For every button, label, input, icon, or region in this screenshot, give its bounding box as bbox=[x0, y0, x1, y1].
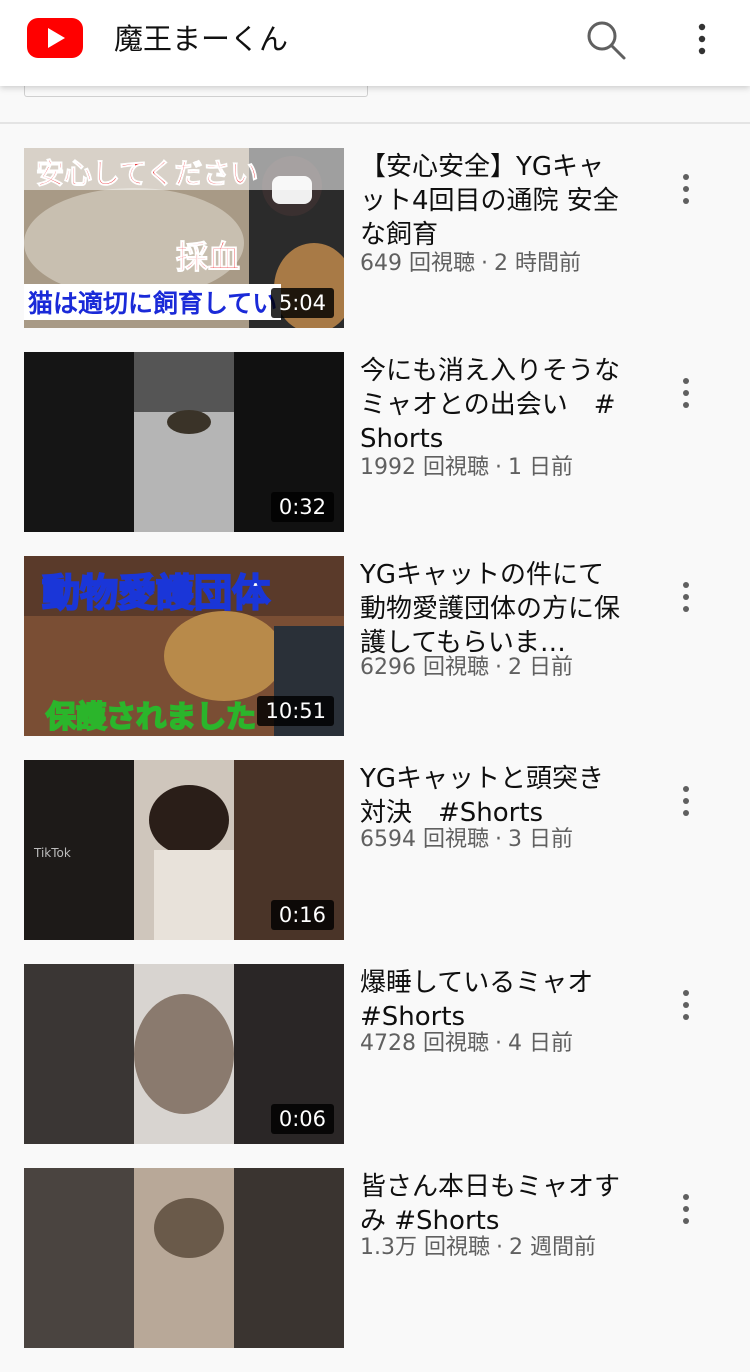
thumbnail-caption: 保護されました bbox=[45, 699, 257, 736]
video-meta: 1.3万 回視聴 · 2 週間前 bbox=[360, 1233, 596, 1263]
youtube-logo-icon[interactable] bbox=[27, 18, 83, 58]
video-meta: 6594 回視聴 · 3 日前 bbox=[360, 825, 573, 855]
video-menu-button[interactable] bbox=[672, 166, 700, 210]
duration-badge: 0:16 bbox=[270, 900, 334, 930]
more-vert-icon bbox=[683, 786, 689, 822]
video-thumbnail[interactable]: TikTok 0:16 bbox=[24, 760, 344, 940]
meta-separator: · bbox=[494, 655, 502, 680]
video-thumbnail[interactable]: 動物愛護団体 保護されました 10:51 bbox=[24, 556, 344, 736]
video-thumbnail[interactable]: 安心してください 採血 猫は適切に飼育してい 5:04 bbox=[24, 148, 344, 328]
video-item[interactable]: 皆さん本日もミャオすみ #Shorts 1.3万 回視聴 · 2 週間前 bbox=[0, 1168, 750, 1372]
video-item[interactable]: 安心してください 採血 猫は適切に飼育してい 5:04 【安心安全】YGキャット… bbox=[0, 148, 750, 352]
view-count: 4728 回視聴 bbox=[360, 1031, 489, 1056]
search-icon bbox=[587, 21, 626, 60]
video-item[interactable]: TikTok 0:16 YGキャットと頭突き対決 #Shorts 6594 回視… bbox=[0, 760, 750, 964]
view-count: 6594 回視聴 bbox=[360, 827, 489, 852]
view-count: 649 回視聴 bbox=[360, 251, 475, 276]
view-count: 6296 回視聴 bbox=[360, 655, 489, 680]
video-title[interactable]: 【安心安全】YGキャット4回目の通院 安全な飼育 bbox=[360, 150, 630, 252]
thumbnail-image bbox=[24, 1168, 344, 1348]
video-menu-button[interactable] bbox=[672, 370, 700, 414]
thumbnail-caption: 安心してください bbox=[35, 157, 259, 191]
thumbnail-caption: 猫は適切に飼育してい bbox=[24, 284, 282, 320]
upload-age: 2 時間前 bbox=[494, 251, 581, 276]
view-count: 1.3万 回視聴 bbox=[360, 1235, 490, 1260]
more-vert-icon bbox=[683, 378, 689, 414]
video-item[interactable]: 動物愛護団体 保護されました 10:51 YGキャットの件にて動物愛護団体の方に… bbox=[0, 556, 750, 760]
more-vert-icon bbox=[683, 582, 689, 618]
video-thumbnail[interactable]: 0:06 bbox=[24, 964, 344, 1144]
video-title[interactable]: YGキャットと頭突き対決 #Shorts bbox=[360, 762, 630, 830]
more-vert-icon bbox=[683, 174, 689, 210]
tiktok-watermark: TikTok bbox=[34, 846, 71, 860]
tab-bar-remnant bbox=[0, 84, 750, 124]
video-thumbnail[interactable]: 0:32 bbox=[24, 352, 344, 532]
view-count: 1992 回視聴 bbox=[360, 455, 489, 480]
channel-title: 魔王まーくん bbox=[114, 22, 289, 56]
meta-separator: · bbox=[495, 1235, 503, 1260]
upload-age: 4 日前 bbox=[507, 1031, 573, 1056]
video-menu-button[interactable] bbox=[672, 1186, 700, 1230]
duration-badge: 10:51 bbox=[257, 696, 334, 726]
play-icon bbox=[48, 28, 65, 48]
video-menu-button[interactable] bbox=[672, 574, 700, 618]
upload-age: 1 日前 bbox=[507, 455, 573, 480]
meta-separator: · bbox=[494, 827, 502, 852]
video-item[interactable]: 0:06 爆睡しているミャオ #Shorts 4728 回視聴 · 4 日前 bbox=[0, 964, 750, 1168]
more-vert-icon bbox=[683, 1194, 689, 1230]
search-button[interactable] bbox=[584, 18, 628, 62]
video-title[interactable]: YGキャットの件にて動物愛護団体の方に保護してもらいま… bbox=[360, 558, 630, 660]
video-meta: 649 回視聴 · 2 時間前 bbox=[360, 249, 581, 279]
video-meta: 4728 回視聴 · 4 日前 bbox=[360, 1029, 573, 1059]
video-item[interactable]: 0:32 今にも消え入りそうなミャオとの出会い #Shorts 1992 回視聴… bbox=[0, 352, 750, 556]
video-title[interactable]: 皆さん本日もミャオすみ #Shorts bbox=[360, 1170, 630, 1238]
video-list: 安心してください 採血 猫は適切に飼育してい 5:04 【安心安全】YGキャット… bbox=[0, 148, 750, 1372]
meta-separator: · bbox=[494, 1031, 502, 1056]
duration-badge: 0:32 bbox=[270, 492, 334, 522]
video-meta: 1992 回視聴 · 1 日前 bbox=[360, 453, 573, 483]
upload-age: 3 日前 bbox=[507, 827, 573, 852]
more-options-button[interactable] bbox=[690, 18, 714, 62]
duration-badge: 0:06 bbox=[270, 1104, 334, 1134]
video-title[interactable]: 爆睡しているミャオ #Shorts bbox=[360, 966, 630, 1034]
app-bar: 魔王まーくん bbox=[0, 0, 750, 86]
upload-age: 2 週間前 bbox=[508, 1235, 596, 1260]
meta-separator: · bbox=[481, 251, 488, 276]
meta-separator: · bbox=[494, 455, 502, 480]
thumbnail-caption: 動物愛護団体 bbox=[41, 570, 271, 616]
video-meta: 6296 回視聴 · 2 日前 bbox=[360, 653, 573, 683]
video-menu-button[interactable] bbox=[672, 982, 700, 1026]
duration-badge: 5:04 bbox=[270, 288, 334, 318]
upload-age: 2 日前 bbox=[507, 655, 573, 680]
video-menu-button[interactable] bbox=[672, 778, 700, 822]
video-title[interactable]: 今にも消え入りそうなミャオとの出会い #Shorts bbox=[360, 354, 630, 456]
video-thumbnail[interactable] bbox=[24, 1168, 344, 1348]
more-vert-icon bbox=[683, 990, 689, 1026]
more-vert-icon bbox=[698, 23, 706, 55]
thumbnail-caption: 採血 bbox=[175, 238, 241, 277]
